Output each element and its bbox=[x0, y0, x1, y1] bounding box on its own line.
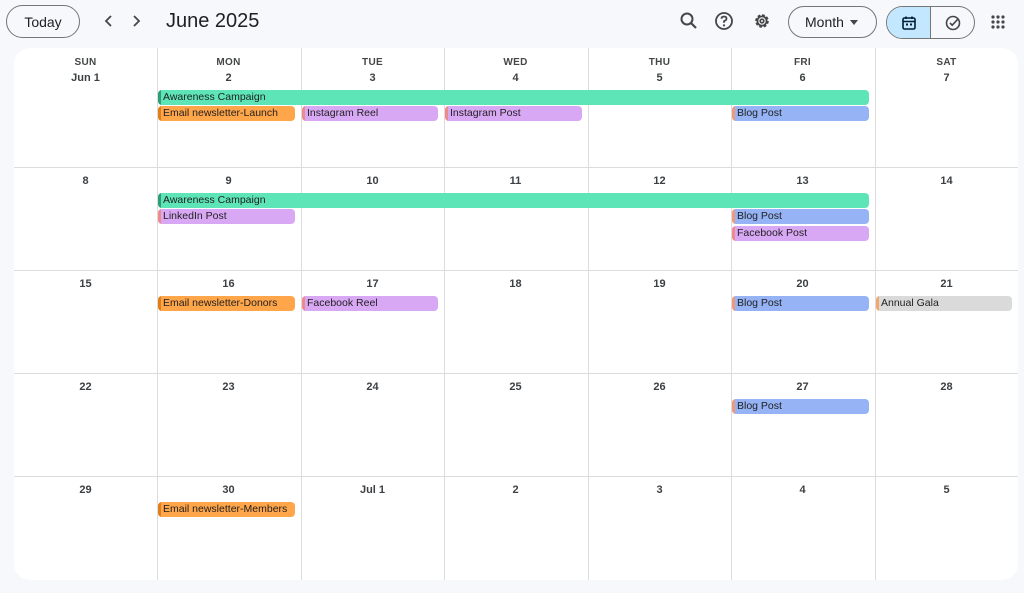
day-number[interactable]: 4 bbox=[731, 484, 874, 496]
day-number[interactable]: 7 bbox=[875, 72, 1018, 84]
day-number[interactable]: Jun 1 bbox=[14, 72, 157, 84]
day-number[interactable]: 4 bbox=[444, 72, 587, 84]
event-facebook-reel[interactable]: Facebook Reel bbox=[302, 296, 438, 311]
day-number[interactable]: 29 bbox=[14, 484, 157, 496]
calendar-view-button[interactable] bbox=[887, 7, 931, 38]
help-button[interactable] bbox=[712, 9, 736, 33]
event-blog-post[interactable]: Blog Post bbox=[732, 399, 869, 414]
day-number[interactable]: 10 bbox=[301, 175, 444, 187]
weekday-header-fri: FRI bbox=[793, 57, 811, 68]
column-divider bbox=[731, 48, 732, 580]
month-title: June 2025 bbox=[166, 10, 260, 32]
event-annual-gala[interactable]: Annual Gala bbox=[876, 296, 1012, 311]
row-divider bbox=[14, 270, 1018, 271]
day-number[interactable]: 16 bbox=[157, 278, 300, 290]
day-number[interactable]: 12 bbox=[588, 175, 731, 187]
row-divider bbox=[14, 476, 1018, 477]
event-blog-post[interactable]: Blog Post bbox=[732, 209, 869, 224]
weekday-header-sun: SUN bbox=[74, 57, 97, 68]
day-number[interactable]: 30 bbox=[157, 484, 300, 496]
day-number[interactable]: 26 bbox=[588, 381, 731, 393]
day-number[interactable]: 3 bbox=[588, 484, 731, 496]
chevron-right-icon bbox=[133, 15, 141, 27]
search-button[interactable] bbox=[677, 9, 701, 33]
view-selector[interactable]: Month bbox=[788, 6, 877, 38]
event-awareness-campaign[interactable]: Awareness Campaign bbox=[158, 193, 869, 208]
row-divider bbox=[14, 167, 1018, 168]
caret-down-icon bbox=[850, 20, 858, 25]
day-number[interactable]: 13 bbox=[731, 175, 874, 187]
month-grid: SUN MON TUE WED THU FRI SAT Jun 1 2 3 4 … bbox=[14, 48, 1018, 580]
day-number[interactable]: 3 bbox=[301, 72, 444, 84]
day-number[interactable]: 25 bbox=[444, 381, 587, 393]
day-number[interactable]: 6 bbox=[731, 72, 874, 84]
day-number[interactable]: 8 bbox=[14, 175, 157, 187]
view-switch bbox=[886, 6, 975, 39]
today-button[interactable]: Today bbox=[6, 5, 80, 38]
tasks-view-button[interactable] bbox=[931, 7, 974, 38]
event-instagram-reel[interactable]: Instagram Reel bbox=[302, 106, 438, 121]
column-divider bbox=[301, 48, 302, 580]
column-divider bbox=[157, 48, 158, 580]
event-email-newsletter-members[interactable]: Email newsletter-Members bbox=[158, 502, 295, 517]
event-email-newsletter-donors[interactable]: Email newsletter-Donors bbox=[158, 296, 295, 311]
day-number[interactable]: 24 bbox=[301, 381, 444, 393]
day-number[interactable]: 9 bbox=[157, 175, 300, 187]
help-icon bbox=[715, 12, 733, 30]
weekday-header-tue: TUE bbox=[362, 57, 383, 68]
weekday-header-mon: MON bbox=[216, 57, 241, 68]
column-divider bbox=[588, 48, 589, 580]
day-number[interactable]: 2 bbox=[157, 72, 300, 84]
weekday-header-wed: WED bbox=[503, 57, 528, 68]
day-number[interactable]: 17 bbox=[301, 278, 444, 290]
day-number[interactable]: 28 bbox=[875, 381, 1018, 393]
event-blog-post[interactable]: Blog Post bbox=[732, 296, 869, 311]
next-month-button[interactable] bbox=[124, 9, 148, 33]
apps-grid-icon bbox=[991, 15, 1005, 29]
day-number[interactable]: 2 bbox=[444, 484, 587, 496]
day-number[interactable]: Jul 1 bbox=[301, 484, 444, 496]
day-number[interactable]: 5 bbox=[588, 72, 731, 84]
tasks-check-icon bbox=[945, 15, 960, 30]
event-linkedin-post[interactable]: LinkedIn Post bbox=[158, 209, 295, 224]
calendar-icon bbox=[901, 16, 916, 30]
day-number[interactable]: 27 bbox=[731, 381, 874, 393]
day-number[interactable]: 14 bbox=[875, 175, 1018, 187]
column-divider bbox=[875, 48, 876, 580]
settings-button[interactable] bbox=[750, 9, 774, 33]
weekday-header-sat: SAT bbox=[936, 57, 957, 68]
day-number[interactable]: 22 bbox=[14, 381, 157, 393]
weekday-header-thu: THU bbox=[648, 57, 671, 68]
day-number[interactable]: 18 bbox=[444, 278, 587, 290]
search-icon bbox=[680, 12, 697, 29]
previous-month-button[interactable] bbox=[97, 9, 121, 33]
row-divider bbox=[14, 373, 1018, 374]
chevron-left-icon bbox=[104, 15, 112, 27]
top-toolbar: Today June 2025 Month bbox=[0, 0, 1024, 44]
day-number[interactable]: 19 bbox=[588, 278, 731, 290]
day-number[interactable]: 20 bbox=[731, 278, 874, 290]
event-email-newsletter-launch[interactable]: Email newsletter-Launch bbox=[158, 106, 295, 121]
gear-icon bbox=[755, 14, 769, 28]
day-number[interactable]: 5 bbox=[875, 484, 1018, 496]
event-instagram-post[interactable]: Instagram Post bbox=[445, 106, 582, 121]
column-divider bbox=[444, 48, 445, 580]
day-number[interactable]: 21 bbox=[875, 278, 1018, 290]
apps-button[interactable] bbox=[986, 10, 1010, 34]
event-blog-post[interactable]: Blog Post bbox=[732, 106, 869, 121]
day-number[interactable]: 15 bbox=[14, 278, 157, 290]
day-number[interactable]: 11 bbox=[444, 175, 587, 187]
event-facebook-post[interactable]: Facebook Post bbox=[732, 226, 869, 241]
day-number[interactable]: 23 bbox=[157, 381, 300, 393]
event-awareness-campaign[interactable]: Awareness Campaign bbox=[158, 90, 869, 105]
view-label: Month bbox=[805, 14, 844, 30]
